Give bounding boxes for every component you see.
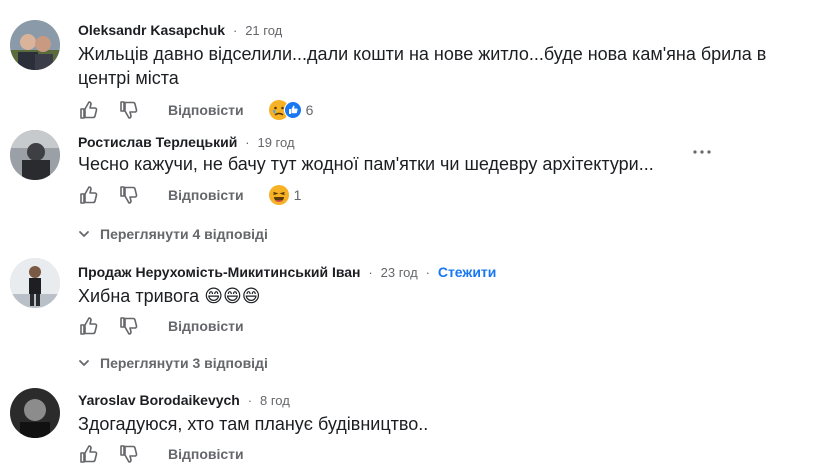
reply-button[interactable]: Відповісти bbox=[168, 187, 244, 203]
comment-text-content: Хибна тривога bbox=[78, 286, 200, 306]
follow-link[interactable]: Стежити bbox=[438, 264, 497, 280]
comment-text: Хибна тривога 😄😄😄 bbox=[78, 284, 261, 309]
comment-1: Oleksandr Kasapchuk · 21 год Жильців дав… bbox=[0, 0, 835, 130]
reactions-summary[interactable]: 6 bbox=[268, 99, 314, 121]
reply-button[interactable]: Відповісти bbox=[168, 446, 244, 462]
comment-actions: Відповісти bbox=[78, 314, 244, 338]
comment-actions: Відповісти bbox=[78, 442, 244, 466]
avatar[interactable] bbox=[10, 130, 60, 180]
author-line: Yaroslav Borodaikevych · 8 год bbox=[78, 392, 290, 408]
thumbs-down-icon[interactable] bbox=[118, 315, 140, 337]
comment-text: Жильців давно відселили...дали кошти на … bbox=[78, 42, 766, 90]
separator-dot: · bbox=[368, 265, 373, 280]
avatar[interactable] bbox=[10, 258, 60, 308]
comment-time[interactable]: 19 год bbox=[257, 135, 294, 150]
comment-text-line: центрі міста bbox=[78, 68, 179, 88]
reactions-summary[interactable]: 1 bbox=[268, 184, 302, 206]
reply-button[interactable]: Відповісти bbox=[168, 318, 244, 334]
separator-dot: · bbox=[425, 265, 430, 280]
grin-emoji-icons: 😄😄😄 bbox=[204, 286, 261, 307]
reaction-count: 1 bbox=[293, 187, 302, 203]
comment-time[interactable]: 8 год bbox=[260, 393, 290, 408]
view-replies-label: Переглянути 3 відповіді bbox=[100, 355, 268, 371]
avatar[interactable] bbox=[10, 20, 60, 70]
comment-actions: Відповісти 1 bbox=[78, 183, 301, 207]
view-replies-button[interactable]: Переглянути 4 відповіді bbox=[78, 226, 268, 242]
thumbs-down-icon[interactable] bbox=[118, 99, 140, 121]
thumbs-up-icon[interactable] bbox=[78, 315, 100, 337]
separator-dot: · bbox=[247, 393, 253, 408]
reply-button[interactable]: Відповісти bbox=[168, 102, 244, 118]
view-replies-label: Переглянути 4 відповіді bbox=[100, 226, 268, 242]
comment-text: Здогадуюся, хто там планує будівництво.. bbox=[78, 414, 429, 434]
thumbs-up-icon[interactable] bbox=[78, 99, 100, 121]
comment-text-line: Жильців давно відселили...дали кошти на … bbox=[78, 44, 767, 64]
comment-actions: Відповісти 6 bbox=[78, 98, 313, 122]
author-line: Ростислав Терлецький · 19 год bbox=[78, 134, 295, 150]
separator-dot: · bbox=[245, 135, 250, 150]
author-name[interactable]: Ростислав Терлецький bbox=[78, 134, 237, 150]
avatar[interactable] bbox=[10, 388, 60, 438]
more-options-icon[interactable] bbox=[690, 142, 714, 162]
thumbs-down-icon[interactable] bbox=[118, 443, 140, 465]
comment-text: Чесно кажучи, не бачу тут жодної пам'ятк… bbox=[78, 154, 654, 174]
haha-reaction-icon bbox=[268, 184, 290, 206]
separator-dot: · bbox=[232, 23, 238, 38]
author-name[interactable]: Yaroslav Borodaikevych bbox=[78, 392, 240, 408]
comment-time[interactable]: 21 год bbox=[245, 23, 282, 38]
comment-4: Yaroslav Borodaikevych · 8 год Здогадуюс… bbox=[0, 386, 835, 470]
reaction-count: 6 bbox=[305, 102, 314, 118]
view-replies-button[interactable]: Переглянути 3 відповіді bbox=[78, 355, 268, 371]
author-line: Oleksandr Kasapchuk · 21 год bbox=[78, 22, 282, 38]
author-name[interactable]: Продаж Нерухомість-Микитинський Іван bbox=[78, 264, 361, 280]
chevron-down-icon bbox=[78, 230, 90, 238]
thumbs-down-icon[interactable] bbox=[118, 184, 140, 206]
comment-2: Ростислав Терлецький · 19 год Чесно кажу… bbox=[0, 130, 835, 250]
thumbs-up-icon[interactable] bbox=[78, 184, 100, 206]
author-name[interactable]: Oleksandr Kasapchuk bbox=[78, 22, 225, 38]
comment-3: Продаж Нерухомість-Микитинський Іван · 2… bbox=[0, 258, 835, 378]
comment-time[interactable]: 23 год bbox=[381, 265, 418, 280]
author-line: Продаж Нерухомість-Микитинський Іван · 2… bbox=[78, 264, 496, 280]
thumbs-up-icon[interactable] bbox=[78, 443, 100, 465]
chevron-down-icon bbox=[78, 359, 90, 367]
like-reaction-icon bbox=[283, 101, 302, 119]
